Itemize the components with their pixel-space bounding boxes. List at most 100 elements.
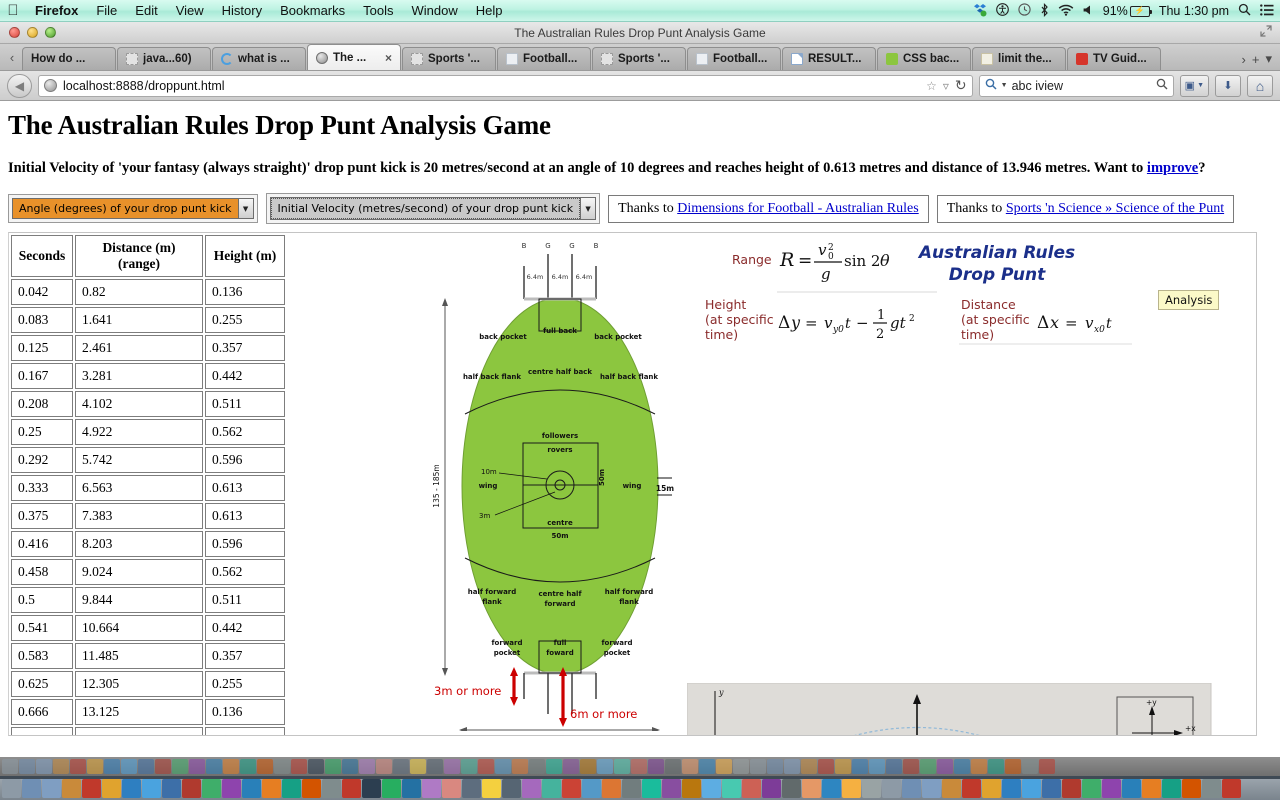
- dock-icon[interactable]: [202, 778, 221, 798]
- dock-icon[interactable]: [862, 778, 881, 798]
- home-button[interactable]: ⌂: [1247, 74, 1273, 97]
- dock-icon[interactable]: [1082, 778, 1101, 798]
- dock-icon[interactable]: [242, 778, 261, 798]
- dock-icon[interactable]: [762, 778, 781, 798]
- dock-icon[interactable]: [882, 778, 901, 798]
- dock-icon[interactable]: [262, 778, 281, 798]
- close-tab-icon[interactable]: ×: [385, 51, 392, 65]
- browser-tab-10[interactable]: CSS bac...: [877, 47, 971, 70]
- dock-icon[interactable]: [222, 778, 241, 798]
- address-bar[interactable]: localhost:8888 /droppunt.html ☆ ▿ ↻: [38, 74, 973, 97]
- dock-icon[interactable]: [42, 778, 61, 798]
- dock-icon[interactable]: [562, 778, 581, 798]
- chevron-down-icon[interactable]: ▼: [580, 198, 596, 219]
- dock-icon[interactable]: [642, 778, 661, 798]
- menu-item-file[interactable]: File: [87, 0, 126, 22]
- search-input-value[interactable]: abc iview: [1012, 79, 1063, 93]
- dock-icon[interactable]: [542, 778, 561, 798]
- dock-icon[interactable]: [622, 778, 641, 798]
- menu-item-help[interactable]: Help: [467, 0, 512, 22]
- dock-icon[interactable]: [462, 778, 481, 798]
- accessibility-icon[interactable]: [995, 3, 1009, 19]
- time-machine-icon[interactable]: [1018, 3, 1031, 19]
- dock-icon[interactable]: [382, 778, 401, 798]
- dock-icon[interactable]: [62, 778, 81, 798]
- dock-icon[interactable]: [162, 778, 181, 798]
- menu-item-tools[interactable]: Tools: [354, 0, 402, 22]
- close-window-button[interactable]: [9, 27, 20, 38]
- dimensions-football-link[interactable]: Dimensions for Football - Australian Rul…: [677, 201, 918, 216]
- dock-icon[interactable]: [842, 778, 861, 798]
- dock-icon[interactable]: [302, 778, 321, 798]
- search-engine-chevron[interactable]: ▼: [1001, 82, 1008, 89]
- browser-tab-5[interactable]: Sports '...: [402, 47, 496, 70]
- dock-icon[interactable]: [902, 778, 921, 798]
- dock-icon[interactable]: [1002, 778, 1021, 798]
- dock-icon[interactable]: [962, 778, 981, 798]
- dock-icon[interactable]: [362, 778, 381, 798]
- dock-icon[interactable]: [1182, 778, 1201, 798]
- dock-icon[interactable]: [742, 778, 761, 798]
- dock-icon[interactable]: [1062, 778, 1081, 798]
- minimize-window-button[interactable]: [27, 27, 38, 38]
- bookmark-star-icon[interactable]: ☆: [926, 79, 937, 93]
- battery-indicator[interactable]: 91% ⚡: [1103, 4, 1152, 18]
- dock-icon[interactable]: [662, 778, 681, 798]
- dock-row-icons[interactable]: [0, 776, 1280, 800]
- dock-icon[interactable]: [22, 778, 41, 798]
- browser-tab-3[interactable]: what is ...: [212, 47, 306, 70]
- velocity-select[interactable]: Initial Velocity (metres/second) of your…: [269, 197, 597, 220]
- chevron-down-icon[interactable]: ▼: [237, 199, 253, 218]
- dock-icon[interactable]: [1162, 778, 1181, 798]
- dock-icon[interactable]: [82, 778, 101, 798]
- dock-icon[interactable]: [822, 778, 841, 798]
- back-button[interactable]: ◀: [7, 73, 32, 98]
- list-all-tabs-button[interactable]: ▾: [1265, 51, 1272, 67]
- dock-icon[interactable]: [142, 778, 161, 798]
- dock-icon[interactable]: [1202, 778, 1221, 798]
- dock-icon[interactable]: [102, 778, 121, 798]
- notification-center-icon[interactable]: [1260, 3, 1274, 19]
- menu-item-firefox[interactable]: Firefox: [26, 0, 87, 22]
- dropbox-icon[interactable]: [973, 3, 987, 20]
- zoom-window-button[interactable]: [45, 27, 56, 38]
- menu-item-window[interactable]: Window: [403, 0, 467, 22]
- downloads-button[interactable]: ⬇: [1215, 74, 1241, 97]
- dock-icon[interactable]: [322, 778, 341, 798]
- dock-icon[interactable]: [1102, 778, 1121, 798]
- dock-icon[interactable]: [702, 778, 721, 798]
- menu-item-edit[interactable]: Edit: [126, 0, 166, 22]
- dock-icon[interactable]: [2, 778, 21, 798]
- bookmark-dropdown-icon[interactable]: ▿: [943, 79, 949, 93]
- dock-icon[interactable]: [1042, 778, 1061, 798]
- tab-scroll-right-button[interactable]: ›: [1242, 52, 1246, 67]
- menu-item-bookmarks[interactable]: Bookmarks: [271, 0, 354, 22]
- dock-icon[interactable]: [342, 778, 361, 798]
- dock-icon[interactable]: [1222, 778, 1241, 798]
- browser-tab-7[interactable]: Sports '...: [592, 47, 686, 70]
- dock-icon[interactable]: [422, 778, 441, 798]
- dock-icon[interactable]: [442, 778, 461, 798]
- bluetooth-icon[interactable]: [1040, 2, 1049, 20]
- search-submit-icon[interactable]: [1156, 78, 1168, 93]
- volume-icon[interactable]: [1083, 4, 1094, 19]
- tab-scroll-left-button[interactable]: ‹: [2, 44, 22, 70]
- wifi-icon[interactable]: [1058, 4, 1074, 19]
- search-bar[interactable]: ▼ abc iview: [978, 74, 1174, 97]
- menu-item-view[interactable]: View: [167, 0, 213, 22]
- fullscreen-icon[interactable]: [1260, 25, 1272, 40]
- dock-icon[interactable]: [402, 778, 421, 798]
- browser-tab-8[interactable]: Football...: [687, 47, 781, 70]
- browser-tab-1[interactable]: How do ...: [22, 47, 116, 70]
- browser-tab-6[interactable]: Football...: [497, 47, 591, 70]
- dock-icon[interactable]: [182, 778, 201, 798]
- browser-tab-active[interactable]: The ... ×: [307, 44, 401, 70]
- browser-tab-9[interactable]: RESULT...: [782, 47, 876, 70]
- dock-icon[interactable]: [722, 778, 741, 798]
- spotlight-search-icon[interactable]: [1238, 3, 1251, 19]
- dock-icon[interactable]: [582, 778, 601, 798]
- dock-icon[interactable]: [982, 778, 1001, 798]
- browser-tab-12[interactable]: TV Guid...: [1067, 47, 1161, 70]
- new-tab-button[interactable]: +: [1252, 52, 1260, 67]
- browser-tab-2[interactable]: java...60): [117, 47, 211, 70]
